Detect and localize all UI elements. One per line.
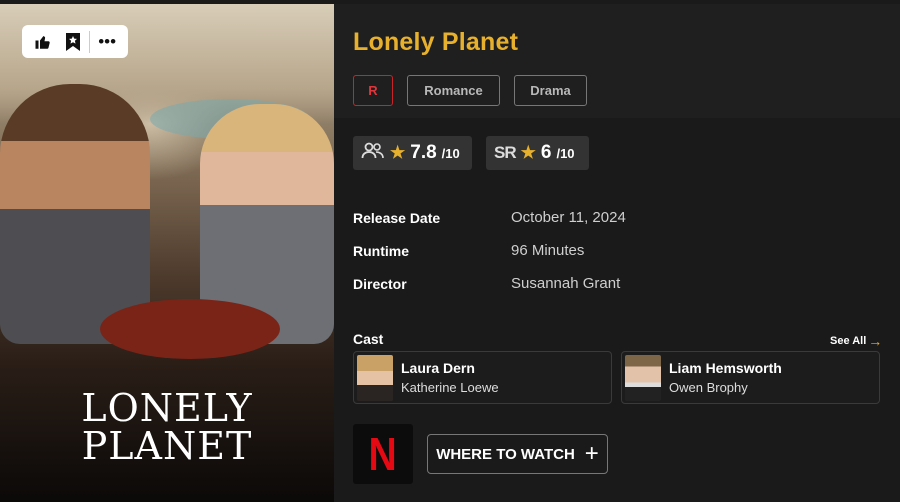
cast-role: Owen Brophy bbox=[669, 380, 748, 395]
movie-card: LONELY PLANET ••• Lonely Planet R Romanc… bbox=[0, 0, 900, 502]
cast-name: Laura Dern bbox=[401, 360, 475, 376]
see-all-link[interactable]: See All → bbox=[830, 333, 882, 349]
genre-tag-romance[interactable]: Romance bbox=[407, 75, 500, 106]
site-score-scale: /10 bbox=[556, 145, 575, 161]
sr-logo-icon: SR bbox=[494, 143, 517, 162]
audience-users-icon bbox=[361, 142, 385, 165]
audience-score-value: 7.8 bbox=[410, 142, 437, 163]
runtime-value: 96 Minutes bbox=[511, 242, 585, 259]
site-score-value: 6 bbox=[540, 142, 552, 163]
cast-heading: Cast bbox=[353, 331, 384, 347]
audience-score: ★ 7.8/10 bbox=[353, 136, 472, 170]
movie-title: Lonely Planet bbox=[353, 28, 519, 56]
action-divider bbox=[89, 30, 91, 53]
director-value: Susannah Grant bbox=[511, 275, 621, 292]
poster-figure-man bbox=[0, 84, 150, 344]
where-to-watch-button[interactable]: WHERE TO WATCH + bbox=[427, 434, 608, 474]
poster-table bbox=[100, 299, 280, 359]
audience-score-scale: /10 bbox=[441, 145, 460, 161]
star-icon: ★ bbox=[390, 143, 406, 162]
content-rating-badge: R bbox=[353, 75, 393, 106]
plus-icon: + bbox=[584, 440, 599, 467]
poster-title-line2: PLANET bbox=[81, 424, 253, 468]
see-all-label: See All bbox=[830, 335, 867, 347]
where-to-watch-label: WHERE TO WATCH bbox=[436, 445, 575, 463]
movie-poster[interactable]: LONELY PLANET bbox=[0, 4, 334, 502]
runtime-label: Runtime bbox=[353, 243, 409, 259]
arrow-right-icon: → bbox=[868, 333, 883, 349]
cast-role: Katherine Loewe bbox=[401, 380, 499, 395]
release-date-value: October 11, 2024 bbox=[511, 209, 626, 226]
thumbs-up-icon[interactable] bbox=[30, 33, 56, 51]
star-icon: ★ bbox=[520, 143, 536, 162]
site-score: SR ★ 6/10 bbox=[486, 136, 589, 170]
netflix-logo[interactable]: N bbox=[353, 424, 413, 484]
cast-name: Liam Hemsworth bbox=[669, 360, 782, 376]
avatar bbox=[625, 355, 661, 401]
genre-tag-drama[interactable]: Drama bbox=[514, 75, 587, 106]
bookmark-star-icon[interactable] bbox=[60, 32, 86, 52]
more-dots-icon[interactable]: ••• bbox=[94, 33, 120, 50]
poster-action-bar: ••• bbox=[22, 25, 128, 58]
avatar bbox=[357, 355, 393, 401]
cast-card-laura-dern[interactable]: Laura Dern Katherine Loewe bbox=[353, 351, 612, 404]
cast-card-liam-hemsworth[interactable]: Liam Hemsworth Owen Brophy bbox=[621, 351, 880, 404]
director-label: Director bbox=[353, 276, 407, 292]
netflix-logo-letter: N bbox=[368, 428, 398, 480]
release-date-label: Release Date bbox=[353, 210, 441, 226]
